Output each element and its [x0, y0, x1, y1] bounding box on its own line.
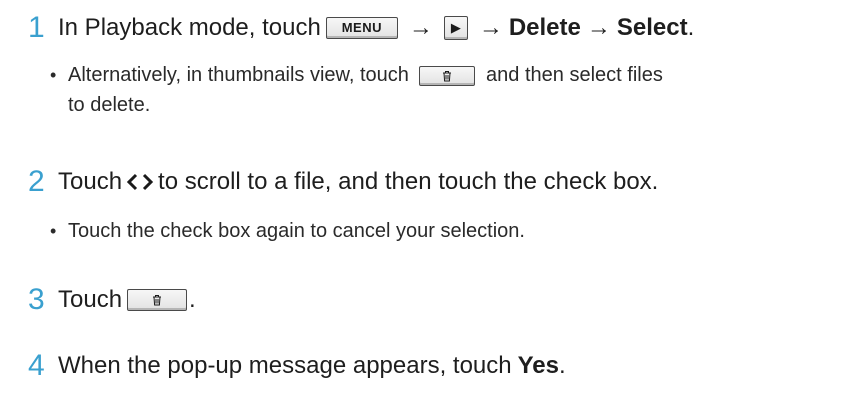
period: .	[687, 14, 695, 41]
step-2: 2 Touch to scroll to a file, and then to…	[28, 166, 844, 198]
note-text: Touch the check box again to cancel your…	[68, 220, 525, 242]
step-3: 3 Touch .	[28, 284, 844, 316]
select-label: Select	[616, 14, 688, 41]
step-2-note: • Touch the check box again to cancel yo…	[50, 216, 838, 246]
step-number: 2	[28, 165, 45, 198]
note-text: and then select files	[486, 64, 663, 86]
step-text: When the pop-up message appears, touch	[58, 352, 512, 379]
arrow: →	[408, 14, 433, 41]
yes-label: Yes	[517, 352, 560, 379]
period: .	[559, 352, 566, 379]
arrow: →	[478, 14, 503, 41]
arrow: →	[586, 14, 611, 41]
bullet: •	[50, 65, 57, 85]
bullet: •	[50, 221, 57, 241]
step-number: 1	[28, 11, 45, 44]
note-text: Alternatively, in thumbnails view, touch	[68, 64, 409, 86]
trash-icon	[127, 289, 188, 311]
step-text: In Playback mode, touch	[58, 14, 321, 41]
step-text: Touch	[58, 168, 123, 195]
step-number: 4	[28, 349, 45, 382]
trash-icon	[419, 65, 476, 86]
delete-label: Delete	[508, 14, 581, 41]
menu-button: MENU	[325, 17, 398, 39]
period: .	[189, 286, 196, 313]
play-icon: ▶	[443, 16, 468, 40]
note-text: to delete.	[68, 94, 151, 116]
step-text: Touch	[58, 286, 123, 313]
step-1: 1 In Playback mode, touch MENU → ▶ → Del…	[28, 12, 844, 44]
step-number: 3	[28, 283, 45, 316]
step-1-note: • Alternatively, in thumbnails view, tou…	[50, 60, 838, 120]
left-right-chevron-icon	[126, 172, 154, 192]
step-text: to scroll to a file, and then touch the …	[158, 168, 659, 195]
step-4: 4 When the pop-up message appears, touch…	[28, 350, 844, 382]
